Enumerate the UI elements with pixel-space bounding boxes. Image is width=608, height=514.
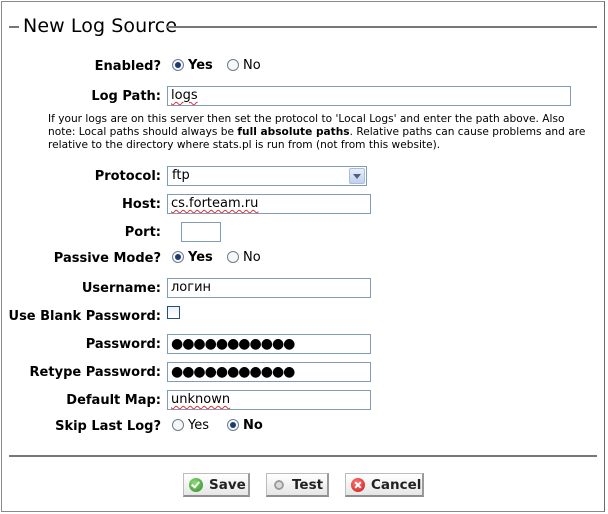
fieldset-legend: New Log Source [23,15,178,37]
retype-password-label: Retype Password: [29,365,161,380]
check-circle-icon [189,478,203,492]
protocol-label: Protocol: [94,169,161,184]
chevron-down-icon[interactable] [349,168,365,184]
retype-password-input[interactable]: ●●●●●●●●●●● [167,362,371,382]
cancel-button[interactable]: Cancel [345,473,424,497]
test-button-label: Test [292,477,324,493]
enabled-row: Enabled? Yes No [0,56,608,78]
skip-last-log-no-radio[interactable] [227,419,239,431]
port-label: Port: [124,225,161,240]
blank-password-label: Use Blank Password: [8,309,161,324]
password-label: Password: [85,337,161,352]
enabled-label: Enabled? [94,59,161,74]
retype-password-row: Retype Password: ●●●●●●●●●●● [0,362,608,384]
password-input[interactable]: ●●●●●●●●●●● [167,334,371,354]
form-divider [9,455,597,457]
x-circle-icon [351,478,365,492]
fieldset-border-right [166,26,597,28]
log-path-row: Log Path: logs [0,86,608,108]
protocol-select[interactable]: ftp [167,166,367,186]
skip-last-log-yes-label: Yes [188,418,209,433]
skip-last-log-yes-radio[interactable] [172,419,184,431]
gear-icon [272,478,286,492]
default-map-row: Default Map: unknown [0,390,608,412]
skip-last-log-no-label: No [243,418,263,433]
username-label: Username: [81,281,161,296]
host-label: Host: [122,197,161,212]
save-button[interactable]: Save [183,473,250,497]
enabled-no-radio[interactable] [227,59,239,71]
host-value: cs.forteam.ru [171,196,259,211]
log-path-input[interactable]: logs [167,86,571,106]
log-path-label: Log Path: [91,89,161,104]
default-map-value: unknown [171,392,231,407]
passive-mode-label: Passive Mode? [53,251,161,266]
enabled-yes-radio[interactable] [172,59,184,71]
protocol-value: ftp [172,168,190,183]
password-row: Password: ●●●●●●●●●●● [0,334,608,356]
blank-password-checkbox[interactable] [167,306,180,319]
username-input[interactable]: логин [167,278,371,298]
blank-password-row: Use Blank Password: [0,306,608,328]
passive-mode-yes-radio[interactable] [172,251,184,263]
enabled-yes-label: Yes [188,58,213,73]
host-input[interactable]: cs.forteam.ru [167,194,371,214]
fieldset-border-left [9,26,19,28]
default-map-input[interactable]: unknown [167,390,371,410]
default-map-label: Default Map: [66,393,161,408]
passive-mode-yes-label: Yes [188,250,213,265]
port-input[interactable] [181,222,221,242]
passive-mode-row: Passive Mode? Yes No [0,248,608,270]
skip-last-log-row: Skip Last Log? Yes No [0,416,608,438]
username-row: Username: логин [0,278,608,300]
port-row: Port: [0,222,608,244]
passive-mode-no-radio[interactable] [227,251,239,263]
enabled-no-label: No [243,58,261,73]
log-path-value: logs [171,88,198,103]
help-text-bold: full absolute paths [237,126,350,138]
log-path-help-text: If your logs are on this server then set… [48,113,588,152]
passive-mode-no-label: No [243,250,261,265]
test-button[interactable]: Test [266,473,329,497]
host-row: Host: cs.forteam.ru [0,194,608,216]
save-button-label: Save [209,477,246,493]
skip-last-log-label: Skip Last Log? [55,419,161,434]
cancel-button-label: Cancel [371,477,422,493]
